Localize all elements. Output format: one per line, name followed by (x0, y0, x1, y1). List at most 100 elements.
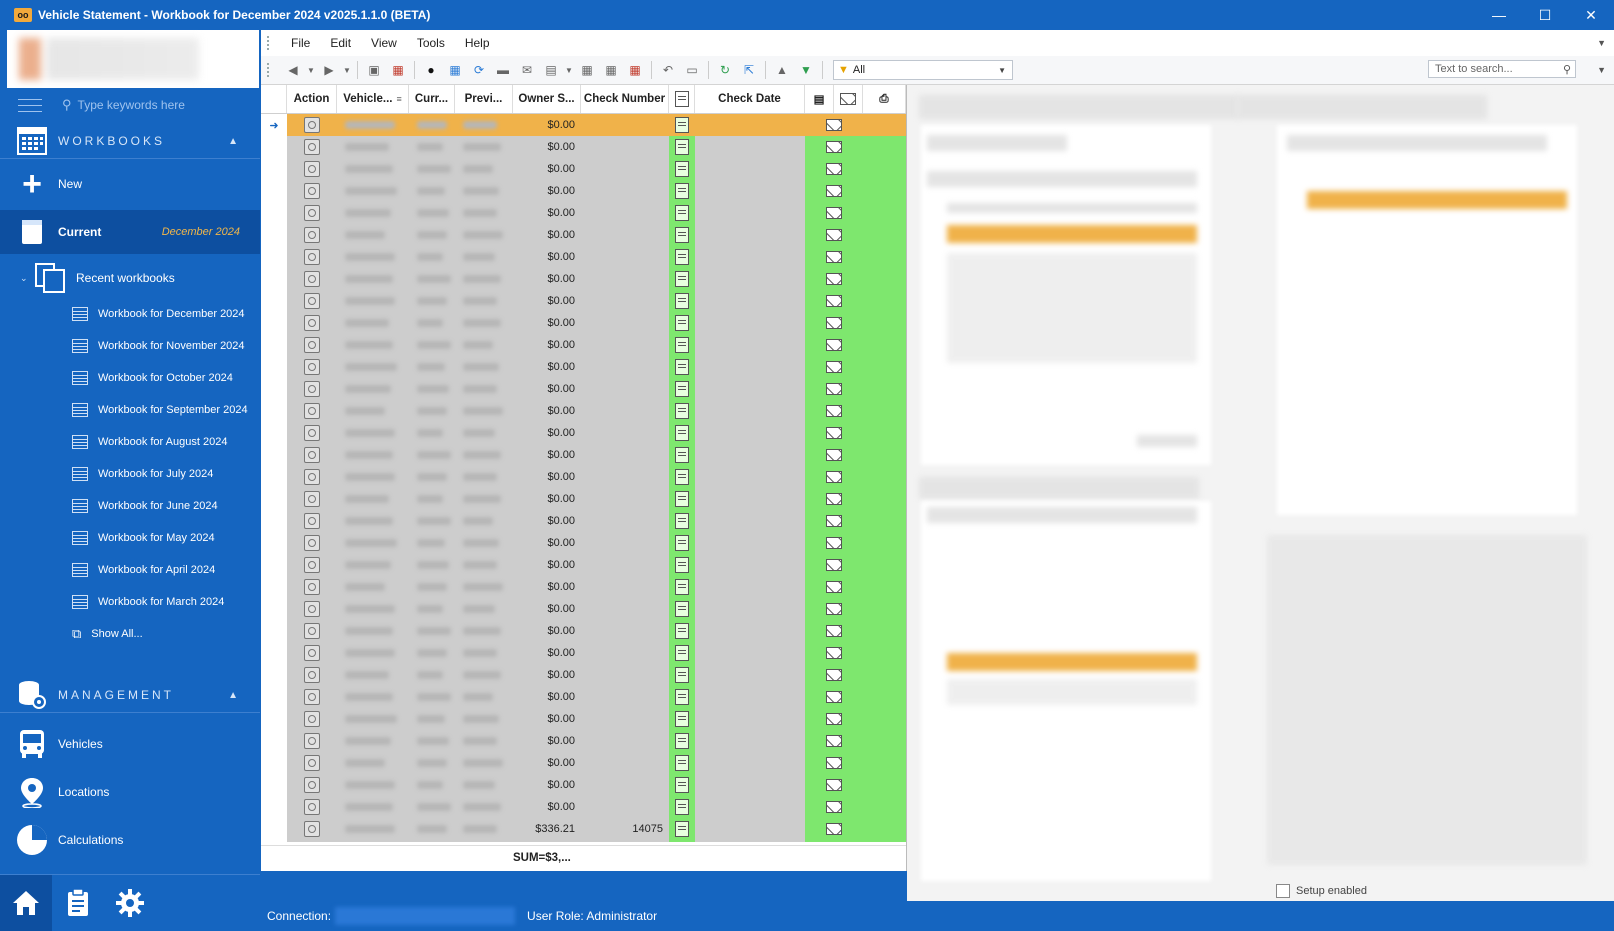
row-selector[interactable] (261, 686, 287, 708)
sidebar-search[interactable]: ⚲ Type keywords here (0, 90, 260, 120)
row-action-button[interactable] (287, 246, 337, 268)
row-selector[interactable] (261, 356, 287, 378)
row-selector[interactable] (261, 576, 287, 598)
mail-cell[interactable] (805, 664, 863, 686)
export-icon[interactable]: ⇱ (737, 59, 761, 81)
vehicle-cell[interactable] (337, 818, 409, 840)
check-number-cell[interactable] (581, 224, 669, 246)
row-action-button[interactable] (287, 158, 337, 180)
current-cell[interactable] (409, 246, 455, 268)
owner-cell[interactable]: $0.00 (513, 510, 581, 532)
check-date-cell[interactable] (695, 268, 805, 290)
row-selector[interactable] (261, 312, 287, 334)
previous-cell[interactable] (455, 532, 513, 554)
mail-cell[interactable] (805, 620, 863, 642)
grid-edit-icon[interactable]: ▦ (599, 59, 623, 81)
owner-cell[interactable]: $0.00 (513, 796, 581, 818)
row-action-button[interactable] (287, 312, 337, 334)
previous-cell[interactable] (455, 422, 513, 444)
previous-cell[interactable] (455, 598, 513, 620)
recent-workbook-item[interactable]: Workbook for March 2024 (72, 592, 224, 612)
recent-workbook-item[interactable]: Workbook for October 2024 (72, 368, 233, 388)
column-header-current[interactable]: Curr... (409, 85, 455, 113)
table-row[interactable]: $0.00 (261, 312, 906, 334)
row-selector[interactable] (261, 730, 287, 752)
row-selector[interactable] (261, 598, 287, 620)
owner-cell[interactable]: $0.00 (513, 378, 581, 400)
card-icon[interactable]: ▬ (491, 59, 515, 81)
check-number-cell[interactable] (581, 268, 669, 290)
vehicle-cell[interactable] (337, 796, 409, 818)
check-number-cell[interactable] (581, 752, 669, 774)
row-selector[interactable] (261, 202, 287, 224)
column-header-action[interactable]: Action (287, 85, 337, 113)
table-row[interactable]: $0.00 (261, 334, 906, 356)
print-cell[interactable] (863, 378, 906, 400)
print-cell[interactable] (863, 158, 906, 180)
save-all-icon[interactable]: ▦ (386, 59, 410, 81)
row-selector[interactable] (261, 246, 287, 268)
row-action-button[interactable] (287, 400, 337, 422)
document-cell[interactable] (669, 818, 695, 840)
check-date-cell[interactable] (695, 488, 805, 510)
mail-cell[interactable] (805, 598, 863, 620)
owner-cell[interactable]: $0.00 (513, 620, 581, 642)
mail-cell[interactable] (805, 136, 863, 158)
owner-cell[interactable]: $0.00 (513, 444, 581, 466)
check-date-cell[interactable] (695, 312, 805, 334)
print-cell[interactable] (863, 620, 906, 642)
current-cell[interactable] (409, 136, 455, 158)
document-cell[interactable] (669, 224, 695, 246)
check-date-cell[interactable] (695, 532, 805, 554)
print-cell[interactable] (863, 532, 906, 554)
previous-cell[interactable] (455, 334, 513, 356)
forward-dropdown-icon[interactable]: ▼ (341, 66, 353, 75)
previous-cell[interactable] (455, 180, 513, 202)
check-date-cell[interactable] (695, 444, 805, 466)
current-cell[interactable] (409, 224, 455, 246)
previous-cell[interactable] (455, 268, 513, 290)
recent-workbook-item[interactable]: Workbook for September 2024 (72, 400, 248, 420)
check-number-cell[interactable] (581, 158, 669, 180)
document-cell[interactable] (669, 598, 695, 620)
vehicle-cell[interactable] (337, 554, 409, 576)
recent-workbook-item[interactable]: Workbook for December 2024 (72, 304, 245, 324)
row-action-button[interactable] (287, 576, 337, 598)
chevron-down-icon[interactable]: ⌄ (20, 273, 28, 284)
owner-cell[interactable]: $0.00 (513, 290, 581, 312)
owner-cell[interactable]: $0.00 (513, 356, 581, 378)
print-cell[interactable] (863, 554, 906, 576)
current-cell[interactable] (409, 510, 455, 532)
minimize-icon[interactable]: — (1476, 0, 1522, 30)
row-action-button[interactable] (287, 708, 337, 730)
document-cell[interactable] (669, 246, 695, 268)
check-date-cell[interactable] (695, 466, 805, 488)
vehicle-cell[interactable] (337, 268, 409, 290)
gear-icon[interactable] (104, 875, 156, 931)
table-row[interactable]: $0.00 (261, 620, 906, 642)
previous-cell[interactable] (455, 642, 513, 664)
check-date-cell[interactable] (695, 576, 805, 598)
row-selector[interactable] (261, 774, 287, 796)
column-header-vehicle[interactable]: Vehicle... ≡ (337, 85, 409, 113)
row-action-button[interactable] (287, 510, 337, 532)
print-cell[interactable] (863, 334, 906, 356)
check-date-cell[interactable] (695, 752, 805, 774)
document-cell[interactable] (669, 642, 695, 664)
calculator-icon[interactable]: ▦ (443, 59, 467, 81)
check-number-cell[interactable] (581, 642, 669, 664)
document-cell[interactable] (669, 378, 695, 400)
row-selector[interactable] (261, 158, 287, 180)
column-header-owner[interactable]: Owner S... (513, 85, 581, 113)
mail-cell[interactable] (805, 312, 863, 334)
column-header-document[interactable] (669, 85, 695, 113)
previous-cell[interactable] (455, 576, 513, 598)
check-date-cell[interactable] (695, 686, 805, 708)
mail-cell[interactable] (805, 708, 863, 730)
check-number-cell[interactable] (581, 290, 669, 312)
mail-cell[interactable] (805, 752, 863, 774)
check-date-cell[interactable] (695, 598, 805, 620)
clear-icon[interactable]: ▭ (680, 59, 704, 81)
vehicle-cell[interactable] (337, 224, 409, 246)
current-cell[interactable] (409, 488, 455, 510)
